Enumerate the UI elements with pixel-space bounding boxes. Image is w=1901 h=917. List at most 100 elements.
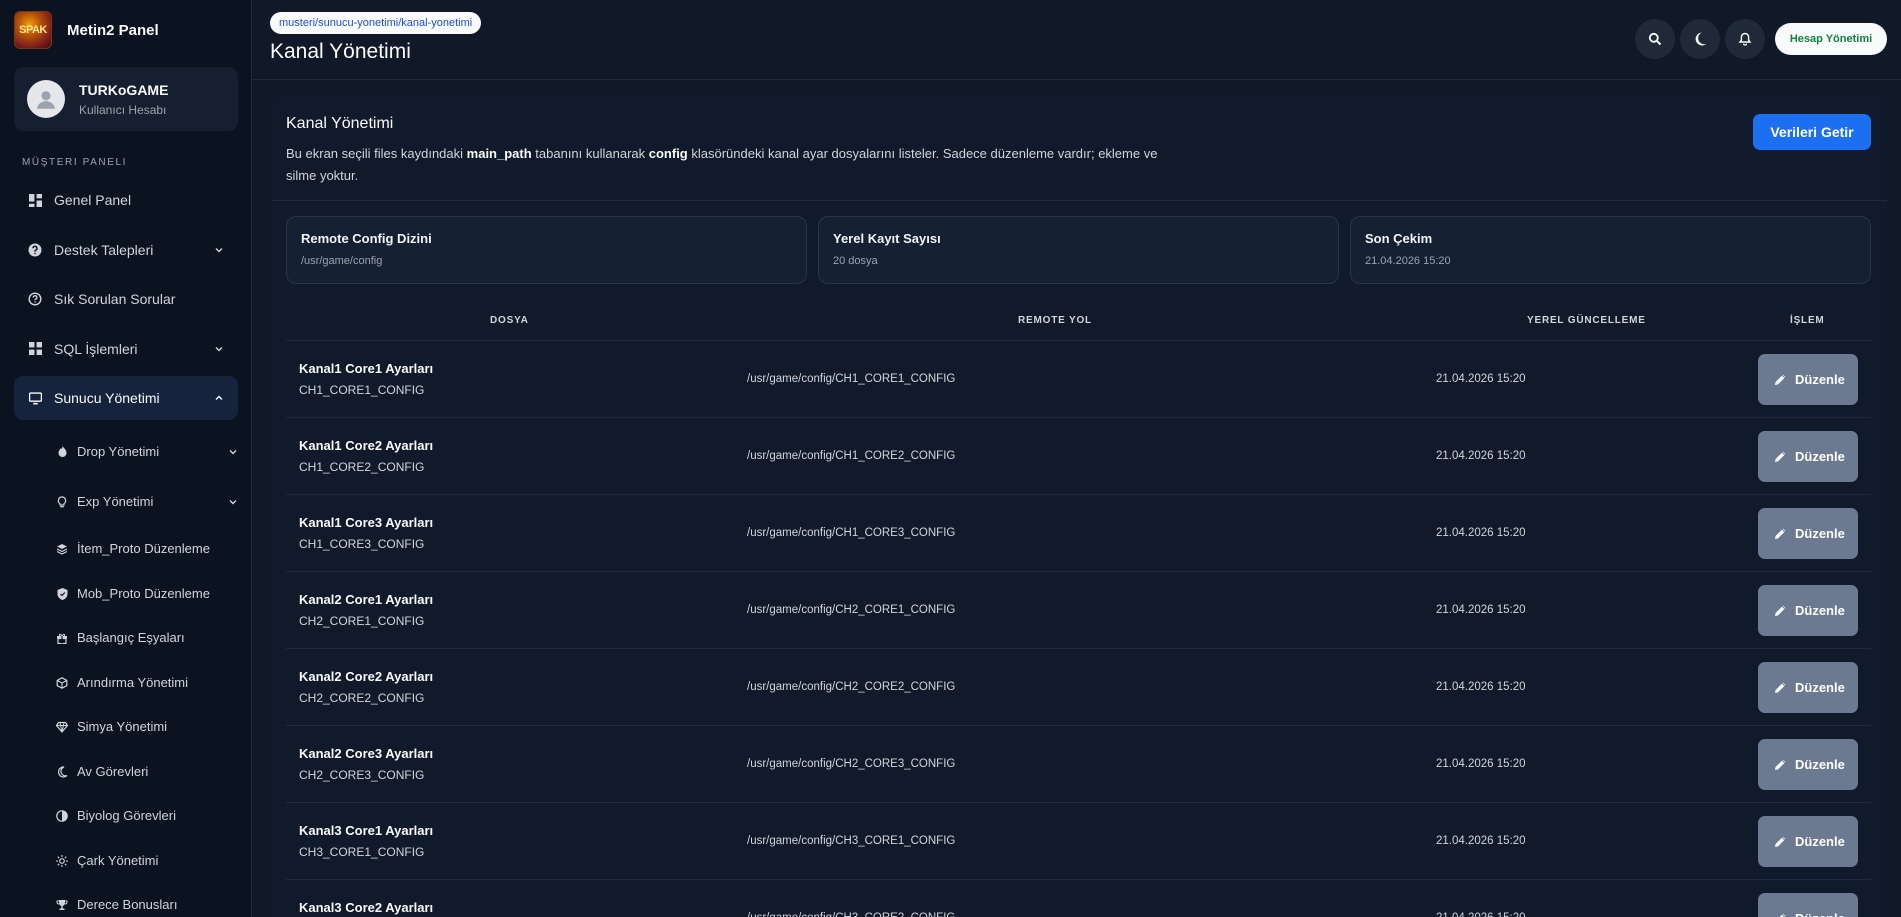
- remote-path: /usr/game/config/CH2_CORE1_CONFIG: [747, 604, 956, 616]
- file-name: Kanal2 Core1 Ayarları: [299, 592, 434, 607]
- sidebar-item-label: Sık Sorulan Sorular: [54, 291, 176, 307]
- sidebar-subitem-label: Simya Yönetimi: [77, 719, 168, 734]
- remote-path: /usr/game/config/CH2_CORE3_CONFIG: [747, 758, 956, 770]
- file-name: Kanal1 Core2 Ayarları: [299, 438, 434, 453]
- chevron-down-icon: [229, 499, 237, 504]
- user-card[interactable]: TURKoGAME Kullanıcı Hesabı: [14, 67, 238, 131]
- sidebar-subitem-label: Arındırma Yönetimi: [77, 675, 189, 690]
- user-role: Kullanıcı Hesabı: [79, 102, 167, 117]
- stat-title: Remote Config Dizini: [301, 231, 432, 246]
- dashboard-icon: [28, 193, 42, 207]
- sidebar: SPAK Metin2 Panel TURKoGAME Kullanıcı He…: [0, 0, 252, 917]
- notifications-button[interactable]: [1725, 19, 1765, 59]
- chevron-down-icon: [229, 449, 237, 454]
- local-update-date: 21.04.2026 15:20: [1436, 758, 1526, 770]
- sidebar-subitem-label: Başlangıç Eşyaları: [77, 630, 185, 645]
- sidebar-subitem-exp-yonetimi[interactable]: Exp Yönetimi: [56, 494, 238, 509]
- table-row: Kanal2 Core3 Ayarları CH2_CORE3_CONFIG/us…: [286, 726, 1871, 803]
- sidebar-subitem-label: Biyolog Görevleri: [77, 808, 176, 823]
- pencil-icon: [1775, 759, 1786, 770]
- table-row: Kanal2 Core1 Ayarları CH2_CORE1_CONFIG/us…: [286, 572, 1871, 649]
- pencil-icon: [1775, 528, 1786, 539]
- sidebar-item-sql-islemleri[interactable]: SQL İşlemleri: [14, 327, 238, 371]
- pencil-icon: [1775, 374, 1786, 385]
- question-circle-icon: [28, 292, 42, 306]
- gift-icon: [56, 632, 68, 644]
- file-key: CH1_CORE3_CONFIG: [299, 537, 425, 551]
- sidebar-item-sunucu-yonetimi[interactable]: Sunucu Yönetimi: [14, 376, 238, 420]
- gem-icon: [56, 721, 68, 733]
- edit-button[interactable]: Düzenle: [1758, 816, 1858, 867]
- edit-button-label: Düzenle: [1795, 756, 1845, 772]
- user-icon: [36, 91, 56, 109]
- sidebar-item-label: SQL İşlemleri: [54, 340, 138, 357]
- edit-button[interactable]: Düzenle: [1758, 585, 1858, 636]
- sidebar-subitem-label: İtem_Proto Düzenleme: [77, 541, 210, 556]
- edit-button-label: Düzenle: [1795, 602, 1845, 618]
- brand[interactable]: SPAK Metin2 Panel: [14, 11, 159, 49]
- sidebar-subitem-label: Mob_Proto Düzenleme: [77, 586, 210, 601]
- file-name: Kanal3 Core2 Ayarları: [299, 900, 434, 915]
- edit-button-label: Düzenle: [1795, 448, 1845, 464]
- chevron-up-icon: [215, 395, 223, 400]
- sidebar-section-label: Müşteri Paneli: [22, 157, 128, 168]
- remote-path: /usr/game/config/CH3_CORE1_CONFIG: [747, 835, 956, 847]
- sidebar-subitem-label: Exp Yönetimi: [77, 494, 154, 509]
- edit-button[interactable]: Düzenle: [1758, 739, 1858, 790]
- moon-icon: [1695, 32, 1707, 46]
- brand-title: Metin2 Panel: [67, 21, 159, 39]
- sidebar-subitem-cark[interactable]: Çark Yönetimi: [56, 853, 238, 868]
- user-name: TURKoGAME: [79, 81, 169, 98]
- column-header-file: DOSYA: [490, 315, 529, 326]
- sidebar-subitem-arindirma[interactable]: Arındırma Yönetimi: [56, 675, 238, 690]
- divider: [272, 200, 1887, 201]
- sidebar-subitem-biyolog[interactable]: Biyolog Görevleri: [56, 808, 238, 823]
- column-header-action: İŞLEM: [1790, 315, 1825, 326]
- remote-path: /usr/game/config/CH2_CORE2_CONFIG: [747, 681, 956, 693]
- remote-path: /usr/game/config/CH1_CORE1_CONFIG: [747, 373, 956, 385]
- table-row: Kanal1 Core1 Ayarları CH1_CORE1_CONFIG/us…: [286, 341, 1871, 418]
- edit-button[interactable]: Düzenle: [1758, 508, 1858, 559]
- page-title: Kanal Yönetimi: [270, 40, 411, 63]
- sidebar-item-label: Sunucu Yönetimi: [54, 390, 160, 406]
- sun-icon: [56, 854, 68, 867]
- column-header-remote-path: REMOTE YOL: [1018, 315, 1092, 326]
- file-name: Kanal3 Core1 Ayarları: [299, 823, 434, 838]
- sidebar-subitem-baslangic-esyalari[interactable]: Başlangıç Eşyaları: [56, 630, 238, 645]
- sidebar-item-genel-panel[interactable]: Genel Panel: [14, 178, 238, 222]
- help-circle-icon: [28, 243, 42, 257]
- edit-button-label: Düzenle: [1795, 679, 1845, 695]
- edit-button[interactable]: Düzenle: [1758, 893, 1858, 917]
- local-update-date: 21.04.2026 15:20: [1436, 450, 1526, 462]
- stat-card-last-fetch: Son Çekim 21.04.2026 15:20: [1350, 216, 1871, 284]
- sidebar-item-destek-talepleri[interactable]: Destek Talepleri: [14, 228, 238, 272]
- edit-button-label: Düzenle: [1795, 911, 1847, 917]
- flame-icon: [56, 445, 68, 458]
- edit-button[interactable]: Düzenle: [1758, 662, 1858, 713]
- sidebar-item-label: Destek Talepleri: [54, 241, 154, 258]
- pencil-icon: [1775, 836, 1786, 847]
- sidebar-subitem-derece-bonuslari[interactable]: Derece Bonusları: [56, 897, 238, 912]
- pencil-icon: [1775, 451, 1786, 462]
- sidebar-subitem-item-proto[interactable]: İtem_Proto Düzenleme: [56, 541, 238, 556]
- table-row: Kanal3 Core1 Ayarları CH3_CORE1_CONFIG/us…: [286, 803, 1871, 880]
- fetch-data-button[interactable]: Verileri Getir: [1753, 114, 1871, 150]
- account-management-button[interactable]: Hesap Yönetimi: [1775, 23, 1887, 55]
- pencil-icon: [1775, 605, 1786, 616]
- sidebar-subitem-mob-proto[interactable]: Mob_Proto Düzenleme: [56, 586, 238, 601]
- theme-toggle-button[interactable]: [1680, 19, 1720, 59]
- edit-button-label: Düzenle: [1795, 525, 1845, 541]
- remote-path: /usr/game/config/CH1_CORE3_CONFIG: [747, 527, 956, 539]
- sidebar-subitem-av-gorevleri[interactable]: Av Görevleri: [56, 764, 238, 779]
- brand-logo: SPAK: [14, 11, 52, 49]
- search-icon: [1648, 32, 1662, 46]
- pencil-icon: [1779, 913, 1786, 917]
- search-button[interactable]: [1635, 19, 1675, 59]
- edit-button[interactable]: Düzenle: [1758, 354, 1858, 405]
- sidebar-subitem-simya[interactable]: Simya Yönetimi: [56, 719, 238, 734]
- local-update-date: 21.04.2026 15:20: [1436, 604, 1526, 616]
- edit-button[interactable]: Düzenle: [1758, 431, 1858, 482]
- sidebar-subitem-drop-yonetimi[interactable]: Drop Yönetimi: [56, 444, 238, 459]
- panel-description: Bu ekran seçili files kaydındaki main_pa…: [286, 146, 1158, 183]
- sidebar-item-sss[interactable]: Sık Sorulan Sorular: [14, 277, 238, 321]
